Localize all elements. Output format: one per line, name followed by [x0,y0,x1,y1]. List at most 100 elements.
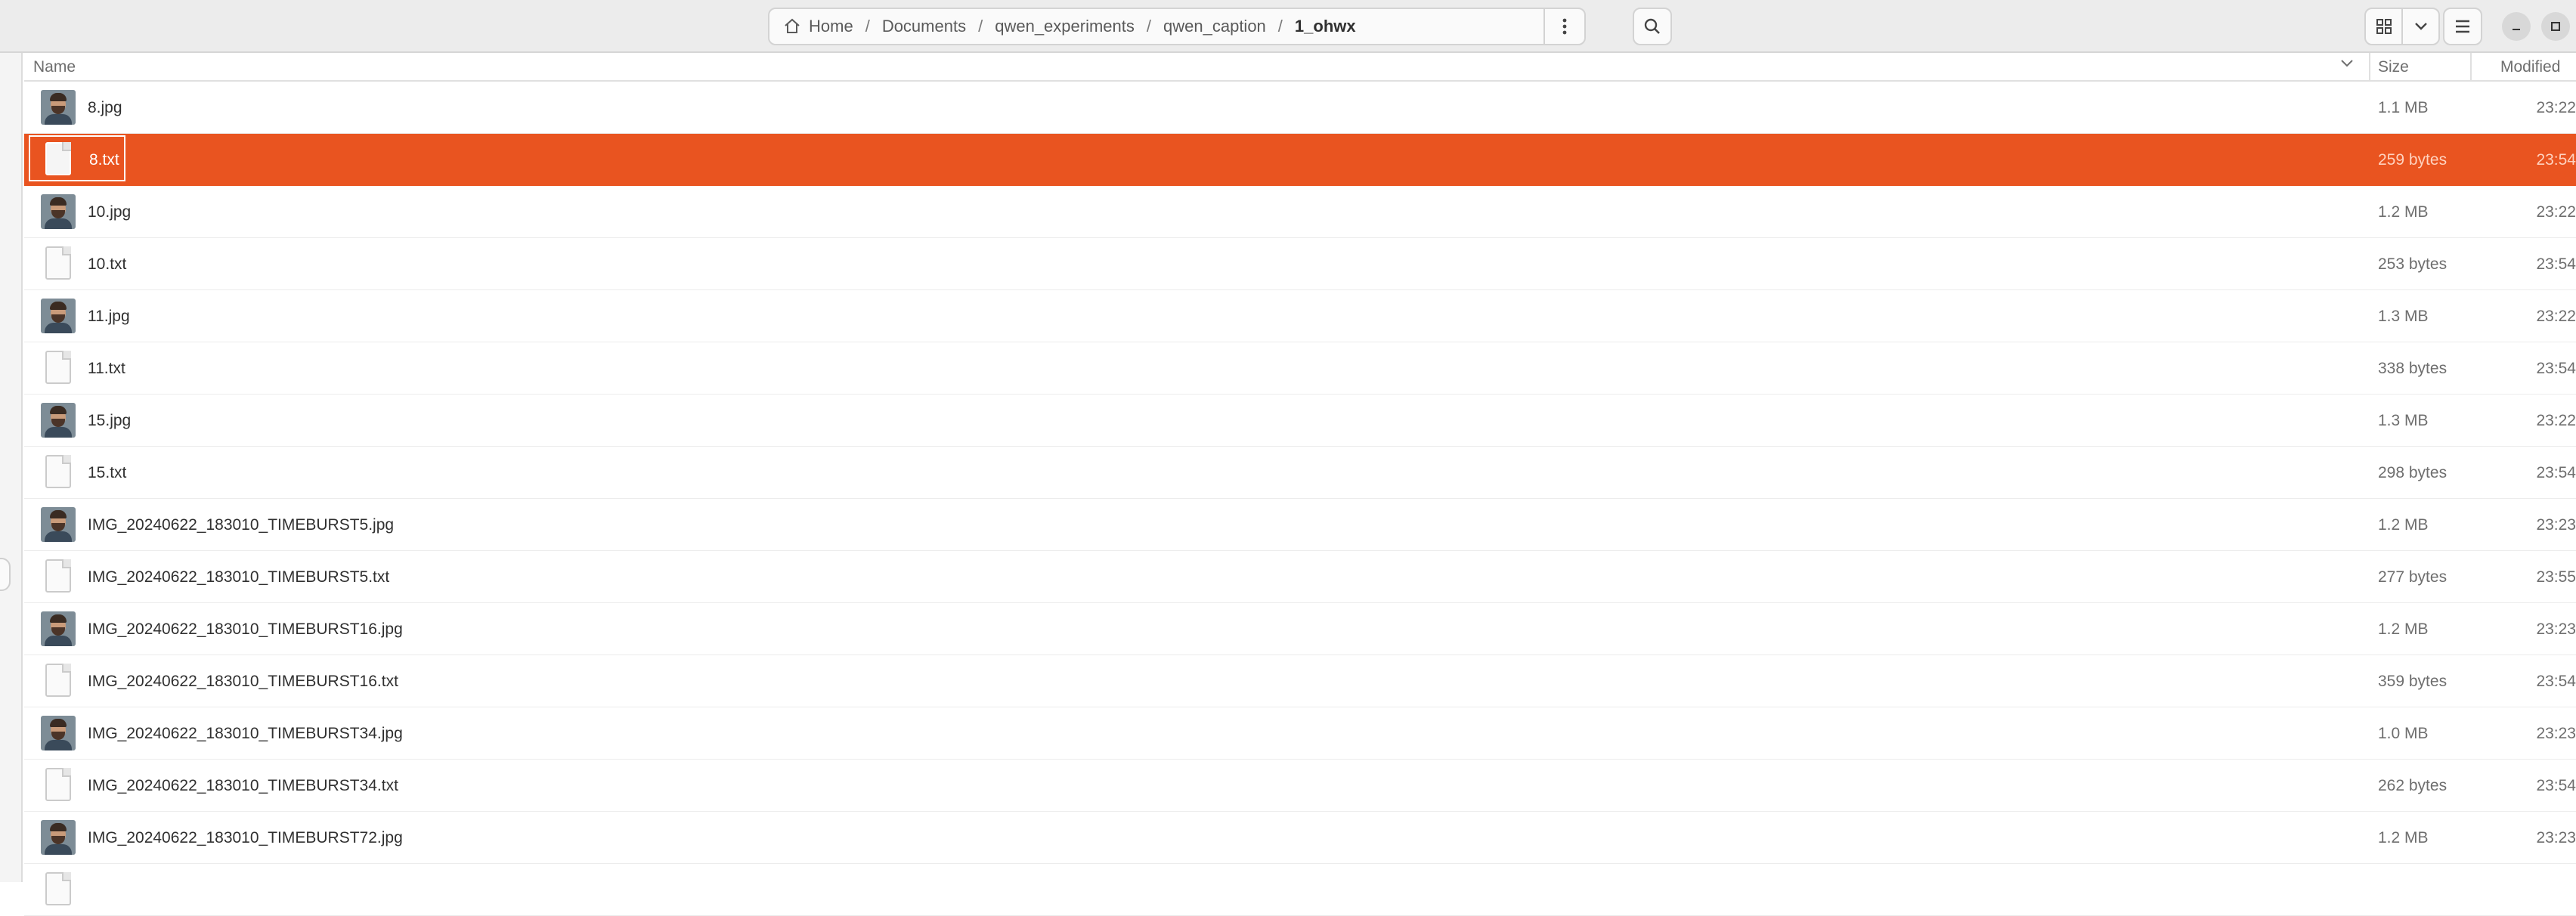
sort-chevron-down-icon[interactable] [2340,59,2354,68]
minimize-button[interactable] [2502,12,2531,41]
file-size: 1.2 MB [2378,829,2429,846]
file-name: 8.jpg [88,99,122,116]
vertical-dots-icon [1562,18,1567,35]
search-icon [1644,18,1660,34]
file-size: 1.2 MB [2378,620,2429,638]
minimize-icon [2513,29,2520,30]
file-modified-time: 23:55 [2536,568,2576,586]
file-size: 1.2 MB [2378,203,2429,221]
breadcrumb-qwen-caption[interactable]: qwen_caption [1159,17,1271,36]
file-row[interactable]: 10.txt 253 bytes 23:54 [24,238,2576,290]
file-modified-time: 23:54 [2536,360,2576,377]
breadcrumb-qwen-experiments[interactable]: qwen_experiments [990,17,1139,36]
file-row[interactable]: 8.txt 259 bytes 23:54 [24,134,2576,186]
file-modified-time: 23:23 [2536,725,2576,742]
file-modified-time: 23:23 [2536,516,2576,534]
image-thumbnail-icon [41,716,76,750]
file-row[interactable]: 15.txt 298 bytes 23:54 [24,447,2576,499]
column-divider[interactable] [2470,53,2472,82]
file-row[interactable] [24,864,2576,916]
breadcrumb-separator: / [978,17,983,36]
file-size: 262 bytes [2378,777,2448,794]
image-thumbnail-icon [41,194,76,229]
file-modified-time: 23:22 [2536,412,2576,429]
text-document-icon [41,455,76,490]
breadcrumb-separator: / [1277,17,1283,36]
file-row[interactable]: IMG_20240622_183010_TIMEBURST5.txt 277 by… [24,551,2576,603]
breadcrumb-documents[interactable]: Documents [878,17,971,36]
file-row[interactable]: 8.jpg 1.1 MB 23:22 [24,82,2576,134]
file-row[interactable]: IMG_20240622_183010_TIMEBURST34.jpg 1.0 M… [24,707,2576,760]
file-name: IMG_20240622_183010_TIMEBURST5.jpg [88,516,395,534]
file-size: 359 bytes [2378,673,2448,690]
sidebar-edge [0,53,23,882]
file-name: 15.jpg [88,412,132,429]
file-name: IMG_20240622_183010_TIMEBURST72.jpg [88,829,403,846]
file-modified-time: 23:54 [2536,151,2576,169]
hamburger-icon [2456,20,2469,33]
file-size: 1.2 MB [2378,516,2429,534]
column-divider[interactable] [2369,53,2370,82]
file-row[interactable]: 11.txt 338 bytes 23:54 [24,342,2576,395]
search-button[interactable] [1633,8,1672,45]
column-header-name[interactable]: Name [33,58,76,76]
file-size: 298 bytes [2378,464,2448,481]
file-row[interactable]: 11.jpg 1.3 MB 23:22 [24,290,2576,342]
main-menu-button[interactable] [2443,8,2482,45]
column-header-size[interactable]: Size [2378,58,2409,76]
maximize-button[interactable] [2541,12,2570,41]
chevron-down-icon [2414,23,2427,30]
file-modified-time: 23:54 [2536,673,2576,690]
image-thumbnail-icon [41,507,76,542]
path-bar[interactable]: Home / Documents / qwen_experiments / qw… [768,8,1586,45]
file-size: 253 bytes [2378,255,2448,273]
breadcrumb-current-folder[interactable]: 1_ohwx [1290,17,1361,36]
text-document-icon [41,559,76,594]
file-row[interactable]: IMG_20240622_183010_TIMEBURST16.txt 359 b… [24,655,2576,707]
breadcrumb-separator: / [1146,17,1152,36]
path-menu-button[interactable] [1543,9,1584,44]
file-row[interactable]: IMG_20240622_183010_TIMEBURST16.jpg 1.2 M… [24,603,2576,655]
file-row[interactable]: IMG_20240622_183010_TIMEBURST72.jpg 1.2 M… [24,812,2576,864]
file-size: 1.0 MB [2378,725,2429,742]
text-document-icon [41,768,76,803]
file-row[interactable]: 15.jpg 1.3 MB 23:22 [24,395,2576,447]
image-thumbnail-icon [41,403,76,438]
file-row[interactable]: IMG_20240622_183010_TIMEBURST34.txt 262 b… [24,760,2576,812]
file-size: 1.3 MB [2378,412,2429,429]
column-header-row: Name Size Modified [24,53,2576,82]
file-modified-time: 23:22 [2536,308,2576,325]
file-name: IMG_20240622_183010_TIMEBURST16.txt [88,673,398,690]
breadcrumb: Home / Documents / qwen_experiments / qw… [769,17,1543,36]
file-name: IMG_20240622_183010_TIMEBURST5.txt [88,568,390,586]
file-modified-time: 23:23 [2536,620,2576,638]
header-bar: Home / Documents / qwen_experiments / qw… [0,0,2576,53]
image-thumbnail-icon [41,611,76,646]
file-list: 8.jpg 1.1 MB 23:22 8.txt 259 bytes 23:54 10.jp… [24,82,2576,916]
file-name: IMG_20240622_183010_TIMEBURST34.jpg [88,725,403,742]
file-size: 277 bytes [2378,568,2448,586]
file-name: 15.txt [88,464,127,481]
file-modified-time: 23:54 [2536,464,2576,481]
grid-view-button[interactable] [2366,9,2403,44]
image-thumbnail-icon [41,299,76,333]
file-size: 1.3 MB [2378,308,2429,325]
text-document-icon [41,246,76,281]
file-name: 10.txt [88,255,127,273]
file-row[interactable]: 10.jpg 1.2 MB 23:22 [24,186,2576,238]
sidebar-resize-handle[interactable] [0,558,11,591]
file-size: 338 bytes [2378,360,2448,377]
breadcrumb-home[interactable]: Home [804,17,858,36]
view-dropdown-button[interactable] [2403,9,2438,44]
file-name: 8.txt [29,135,125,181]
column-header-modified[interactable]: Modified [2500,58,2560,76]
file-modified-time: 23:22 [2536,99,2576,116]
file-size: 259 bytes [2378,151,2448,169]
image-thumbnail-icon [41,820,76,855]
view-options-group [2364,8,2440,45]
file-name: 11.jpg [88,308,130,325]
file-modified-time: 23:22 [2536,203,2576,221]
file-modified-time: 23:54 [2536,777,2576,794]
file-name: IMG_20240622_183010_TIMEBURST16.jpg [88,620,403,638]
file-row[interactable]: IMG_20240622_183010_TIMEBURST5.jpg 1.2 MB… [24,499,2576,551]
